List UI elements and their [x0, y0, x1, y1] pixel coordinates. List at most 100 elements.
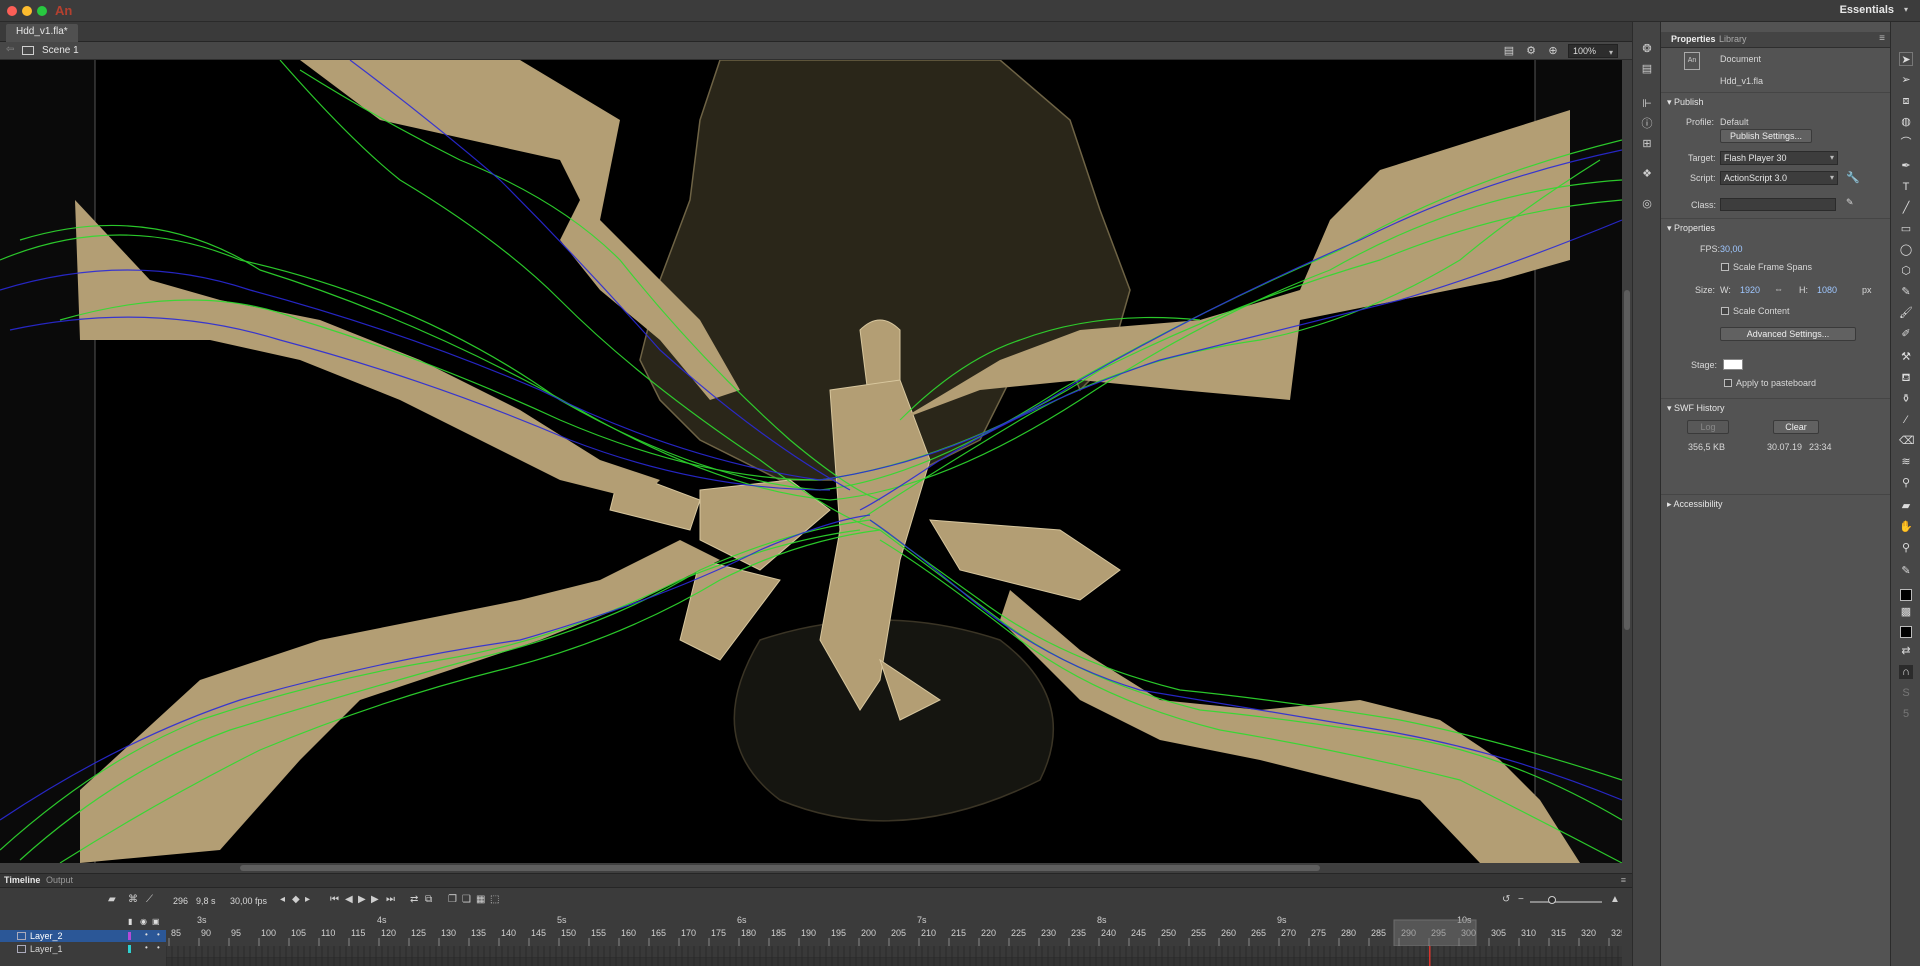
scale-frame-spans-checkbox[interactable] [1721, 263, 1729, 271]
last-frame-icon[interactable]: ⏭ [386, 894, 395, 905]
width-tool-icon[interactable]: ≋ [1899, 455, 1913, 469]
wrench-icon[interactable]: 🔧 [1846, 171, 1860, 184]
lasso-tool-icon[interactable]: ⌒ [1899, 136, 1913, 150]
zoom-tool-icon[interactable]: ⚲ [1899, 541, 1913, 555]
brush-tool-icon[interactable]: ✐ [1899, 327, 1913, 341]
subselection-tool-icon[interactable]: ➢ [1899, 73, 1913, 87]
layer-color-swatch[interactable] [128, 945, 131, 953]
document-tab[interactable]: Hdd_v1.fla* [6, 24, 78, 42]
text-tool-icon[interactable]: T [1899, 180, 1913, 194]
edit-class-icon[interactable]: ✎ [1846, 197, 1854, 208]
first-frame-icon[interactable]: ⏮ [330, 894, 339, 905]
close-window-button[interactable] [7, 6, 17, 16]
stroke-color-icon[interactable]: ✎ [1899, 564, 1913, 578]
lock-dot-icon[interactable]: • [157, 930, 160, 939]
center-stage-icon[interactable]: ⊕ [1546, 44, 1560, 58]
bone-tool-icon[interactable]: ⚒ [1899, 350, 1913, 364]
current-frame[interactable]: 296 [173, 896, 188, 906]
oval-tool-icon[interactable]: ◯ [1899, 243, 1913, 257]
line-tool-icon[interactable]: ╱ [1899, 201, 1913, 215]
target-select[interactable]: Flash Player 30 ▾ [1720, 151, 1838, 165]
straighten-icon[interactable]: 5 [1899, 707, 1913, 721]
layer-color-swatch[interactable] [128, 932, 131, 940]
center-frame-icon[interactable]: ⧉ [425, 894, 432, 905]
script-select[interactable]: ActionScript 3.0 ▾ [1720, 171, 1838, 185]
back-arrow-icon[interactable]: ⇦ [6, 44, 14, 55]
link-dimensions-icon[interactable]: ⇔ [1774, 284, 1783, 294]
publish-section-toggle[interactable]: ▾ Publish [1667, 97, 1704, 108]
log-button[interactable]: Log [1687, 420, 1729, 434]
apply-pasteboard-checkbox[interactable] [1724, 379, 1732, 387]
fps-value[interactable]: 30,00 [1720, 244, 1743, 254]
swf-history-section-toggle[interactable]: ▾ SWF History [1667, 403, 1725, 414]
reset-zoom-icon[interactable]: ↺ [1502, 894, 1510, 905]
scale-content-checkbox[interactable] [1721, 307, 1729, 315]
zoom-in-icon[interactable]: ▲ [1610, 894, 1620, 905]
selected-frame-range[interactable] [1393, 919, 1477, 946]
scrollbar-thumb[interactable] [1624, 290, 1630, 630]
step-back-icon[interactable]: ◀ [345, 894, 353, 905]
fill-color-swatch[interactable] [1900, 626, 1912, 638]
camera-icon[interactable]: ▰ [108, 894, 116, 905]
class-input[interactable] [1720, 198, 1836, 211]
cc-libraries-icon[interactable]: ◎ [1640, 197, 1654, 211]
library-icon[interactable]: ▤ [1640, 62, 1654, 76]
easing-icon[interactable]: ⟋ [146, 894, 153, 905]
onion-outline-icon[interactable]: ❏ [462, 894, 471, 905]
lock-icon[interactable]: ▣ [152, 917, 160, 926]
zoom-slider-knob[interactable] [1548, 896, 1556, 904]
advanced-settings-button[interactable]: Advanced Settings... [1720, 327, 1856, 341]
panel-menu-icon[interactable]: ≡ [1879, 33, 1885, 44]
paint-brush-tool-icon[interactable]: 🖌 [1899, 306, 1913, 320]
accessibility-section-toggle[interactable]: ▸ Accessibility [1667, 499, 1723, 510]
stage-color-swatch[interactable] [1723, 359, 1743, 370]
smooth-icon[interactable]: S [1899, 686, 1913, 700]
workspace-switcher[interactable]: Essentials [1840, 4, 1894, 16]
asset-warp-tool-icon[interactable]: ⚲ [1899, 476, 1913, 490]
eyedropper-tool-icon[interactable]: ⁄ [1899, 413, 1913, 427]
stroke-color-swatch[interactable] [1900, 589, 1912, 601]
frame-ruler[interactable]: 3s 4s 5s 6s 7s 8s 9s 10s 85 90 95 100 105 110 115 120 1… [166, 914, 1622, 946]
camera-tool-icon[interactable]: ▰ [1899, 499, 1913, 513]
rectangle-tool-icon[interactable]: ▭ [1899, 222, 1913, 236]
layer-name[interactable]: Layer_1 [30, 944, 63, 954]
scene-label[interactable]: Scene 1 [42, 45, 79, 56]
edit-multiple-frames-icon[interactable]: ▦ [476, 894, 485, 905]
insert-keyframe-icon[interactable]: ◆ [292, 894, 300, 905]
tab-timeline[interactable]: Timeline [4, 875, 40, 885]
tab-properties[interactable]: Properties [1671, 34, 1716, 44]
width-value[interactable]: 1920 [1740, 285, 1760, 295]
zoom-out-icon[interactable]: − [1518, 894, 1524, 905]
lock-dot-icon[interactable]: • [157, 943, 160, 952]
parenting-icon[interactable]: ⌘ [128, 894, 138, 905]
stage-canvas[interactable] [0, 60, 1622, 863]
swap-colors-icon[interactable]: ⇄ [1899, 644, 1913, 658]
publish-settings-button[interactable]: Publish Settings... [1720, 129, 1812, 143]
layer-row[interactable]: Layer_1 • • [0, 943, 166, 955]
pen-tool-icon[interactable]: ✒ [1899, 159, 1913, 173]
3d-rotation-tool-icon[interactable]: ◍ [1899, 115, 1913, 129]
layer-row[interactable]: Layer_2 • • [0, 930, 166, 942]
step-forward-icon[interactable]: ▶ [371, 894, 379, 905]
clear-button[interactable]: Clear [1773, 420, 1819, 434]
timeline-zoom-slider[interactable] [1530, 901, 1602, 903]
stage-area[interactable] [0, 60, 1622, 863]
maximize-window-button[interactable] [37, 6, 47, 16]
free-transform-tool-icon[interactable]: ⧈ [1899, 94, 1913, 108]
paint-bucket-tool-icon[interactable]: ⛾ [1899, 371, 1913, 385]
modify-markers-icon[interactable]: ⬚ [490, 894, 499, 905]
prev-keyframe-icon[interactable]: ◂ [280, 894, 285, 905]
layer-flag-icon[interactable]: ▮ [128, 917, 132, 926]
properties-section-toggle[interactable]: ▾ Properties [1667, 223, 1715, 234]
info-icon[interactable]: ⓘ [1640, 117, 1654, 131]
loop-icon[interactable]: ⇄ [410, 894, 418, 905]
panel-menu-icon[interactable]: ≡ [1621, 875, 1626, 885]
tab-output[interactable]: Output [46, 875, 73, 885]
edit-symbol-icon[interactable]: ⚙ [1524, 44, 1538, 58]
align-icon[interactable]: ⊩ [1640, 97, 1654, 111]
chevron-down-icon[interactable]: ▾ [1904, 5, 1908, 14]
pencil-tool-icon[interactable]: ✎ [1899, 285, 1913, 299]
visibility-icon[interactable]: ◉ [140, 917, 147, 926]
fill-color-icon[interactable]: ▩ [1899, 605, 1913, 619]
frame-rate[interactable]: 30,00 fps [230, 896, 267, 906]
